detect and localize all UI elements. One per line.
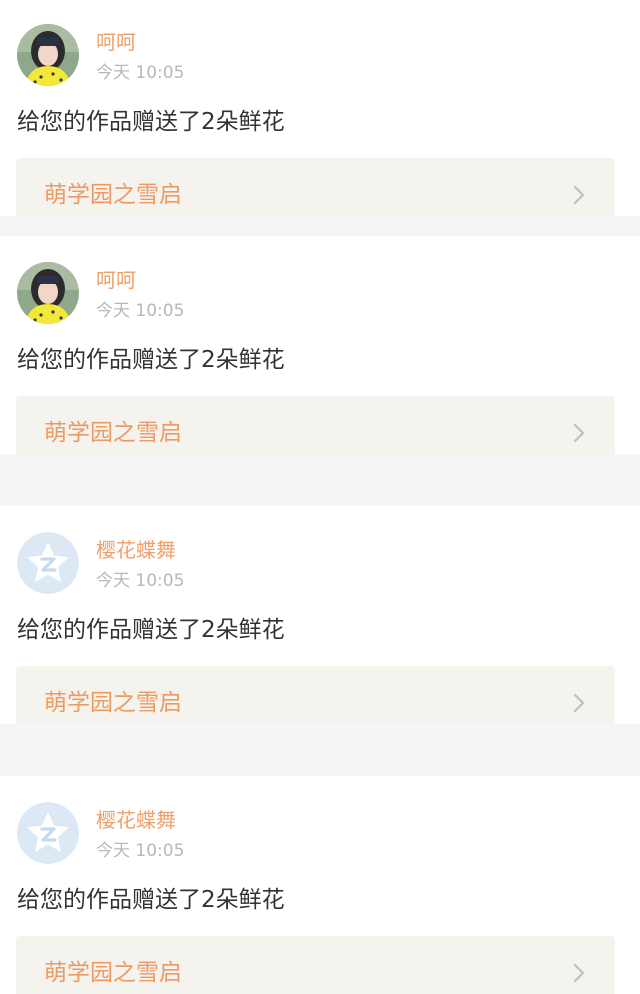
notification-message: 给您的作品赠送了2朵鲜花 xyxy=(17,887,285,913)
work-title: 萌学园之雪启 xyxy=(44,960,182,986)
timestamp: 今天 10:05 xyxy=(96,841,185,861)
user-name[interactable]: 呵呵 xyxy=(96,268,136,292)
default-star-avatar-icon xyxy=(17,802,79,864)
timestamp: 今天 10:05 xyxy=(96,571,185,591)
chevron-right-icon xyxy=(569,184,589,206)
work-title: 萌学园之雪启 xyxy=(44,420,182,446)
user-avatar[interactable] xyxy=(17,262,79,324)
work-title: 萌学园之雪启 xyxy=(44,690,182,716)
work-link[interactable]: 萌学园之雪启 xyxy=(16,936,615,994)
photo-avatar-icon xyxy=(17,262,79,324)
notification-card: 呵呵 今天 10:05 给您的作品赠送了2朵鲜花 萌学园之雪启 xyxy=(0,236,640,454)
user-name[interactable]: 樱花蝶舞 xyxy=(96,808,176,832)
notification-message: 给您的作品赠送了2朵鲜花 xyxy=(17,347,285,373)
user-name[interactable]: 樱花蝶舞 xyxy=(96,538,176,562)
notification-card: 呵呵 今天 10:05 给您的作品赠送了2朵鲜花 萌学园之雪启 xyxy=(0,0,640,216)
user-avatar[interactable] xyxy=(17,532,79,594)
notification-card: 樱花蝶舞 今天 10:05 给您的作品赠送了2朵鲜花 萌学园之雪启 xyxy=(0,776,640,994)
user-avatar[interactable] xyxy=(17,24,79,86)
work-link[interactable]: 萌学园之雪启 xyxy=(16,666,615,724)
notification-card: 樱花蝶舞 今天 10:05 给您的作品赠送了2朵鲜花 萌学园之雪启 xyxy=(0,506,640,724)
timestamp: 今天 10:05 xyxy=(96,63,185,83)
work-title: 萌学园之雪启 xyxy=(44,182,182,208)
user-avatar[interactable] xyxy=(17,802,79,864)
user-name[interactable]: 呵呵 xyxy=(96,30,136,54)
notification-message: 给您的作品赠送了2朵鲜花 xyxy=(17,617,285,643)
photo-avatar-icon xyxy=(17,24,79,86)
chevron-right-icon xyxy=(569,692,589,714)
work-link[interactable]: 萌学园之雪启 xyxy=(16,158,615,216)
chevron-right-icon xyxy=(569,422,589,444)
chevron-right-icon xyxy=(569,962,589,984)
timestamp: 今天 10:05 xyxy=(96,301,185,321)
work-link[interactable]: 萌学园之雪启 xyxy=(16,396,615,454)
default-star-avatar-icon xyxy=(17,532,79,594)
notification-message: 给您的作品赠送了2朵鲜花 xyxy=(17,109,285,135)
